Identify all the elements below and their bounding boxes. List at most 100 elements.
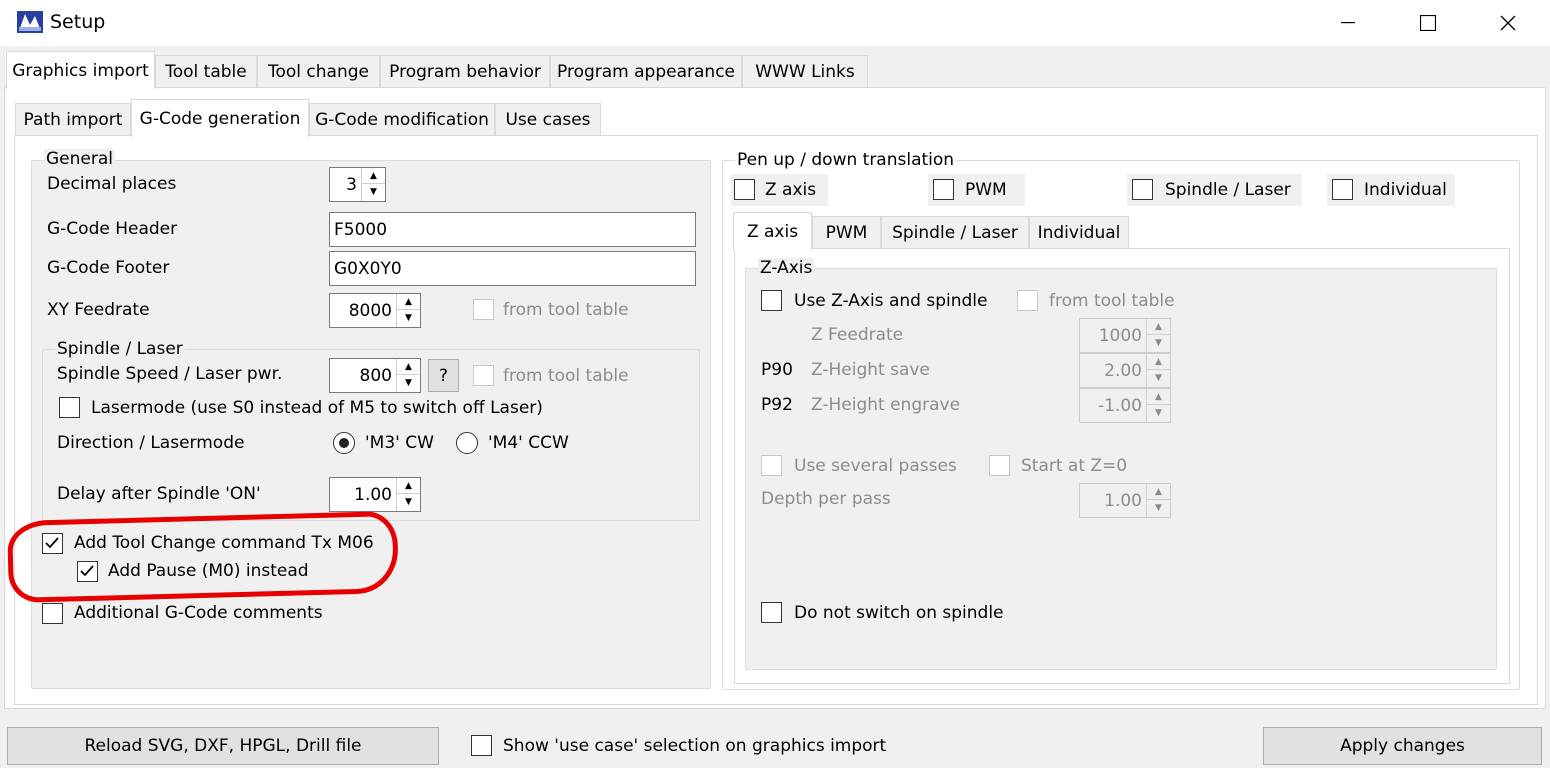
p92-label: P92 <box>761 395 793 415</box>
pwm-checkbox[interactable] <box>933 179 954 200</box>
depth-per-pass-label: Depth per pass <box>761 489 891 509</box>
tab-path-import[interactable]: Path import <box>15 103 131 135</box>
z-height-engrave-label: Z-Height engrave <box>811 395 961 415</box>
stepper-up-icon[interactable]: ▲ <box>397 478 420 494</box>
show-use-case-checkbox[interactable] <box>471 735 492 756</box>
start-at-z0-label: Start at Z=0 <box>1021 456 1128 476</box>
spindle-speed-label: Spindle Speed / Laser pwr. <box>57 364 283 384</box>
tab-gcode-modification[interactable]: G-Code modification <box>309 103 495 135</box>
pen-option-zaxis[interactable]: Z axis <box>731 174 828 206</box>
tab-program-behavior[interactable]: Program behavior <box>380 55 550 87</box>
tab-use-cases[interactable]: Use cases <box>495 103 601 135</box>
gcode-header-label: G-Code Header <box>47 219 178 239</box>
xy-from-tool-table-checkbox[interactable] <box>473 299 494 320</box>
tab-pen-pwm[interactable]: PWM <box>812 216 881 248</box>
m3-cw-label: 'M3' CW <box>365 433 434 453</box>
stepper-up-icon[interactable]: ▲ <box>397 294 420 310</box>
gcode-footer-label: G-Code Footer <box>47 258 170 278</box>
depth-per-pass-stepper[interactable]: 1.00 ▲ ▼ <box>1079 483 1171 518</box>
several-passes-label: Use several passes <box>794 456 957 476</box>
apply-changes-button[interactable]: Apply changes <box>1263 727 1542 765</box>
window-title: Setup <box>50 11 106 33</box>
z-height-save-stepper[interactable]: 2.00 ▲ ▼ <box>1079 353 1171 388</box>
zaxis-checkbox[interactable] <box>734 179 755 200</box>
z-height-engrave-stepper[interactable]: -1.00 ▲ ▼ <box>1079 388 1171 423</box>
use-zaxis-checkbox[interactable] <box>761 290 782 311</box>
minimize-button[interactable] <box>1308 0 1388 46</box>
lasermode-checkbox[interactable] <box>59 397 80 418</box>
xy-feedrate-label: XY Feedrate <box>47 300 150 320</box>
tab-gcode-generation[interactable]: G-Code generation <box>131 99 309 137</box>
stepper-up-icon[interactable]: ▲ <box>397 359 420 375</box>
pen-option-individual[interactable]: Individual <box>1327 174 1455 206</box>
m3-cw-radio[interactable] <box>333 432 355 454</box>
tab-graphics-import[interactable]: Graphics import <box>6 51 155 89</box>
stepper-up-icon[interactable]: ▲ <box>1147 389 1170 405</box>
stepper-down-icon[interactable]: ▼ <box>397 375 420 391</box>
general-legend: General <box>44 149 115 169</box>
stepper-down-icon[interactable]: ▼ <box>397 494 420 510</box>
stepper-up-icon[interactable]: ▲ <box>1147 484 1170 500</box>
stepper-down-icon[interactable]: ▼ <box>1147 405 1170 421</box>
xy-feedrate-stepper[interactable]: 8000 ▲ ▼ <box>329 293 421 328</box>
app-icon <box>16 9 44 35</box>
spindle-speed-stepper[interactable]: 800 ▲ ▼ <box>329 358 421 393</box>
delay-label: Delay after Spindle 'ON' <box>57 484 261 504</box>
direction-label: Direction / Lasermode <box>57 433 245 453</box>
m4-ccw-label: 'M4' CCW <box>488 433 569 453</box>
tab-pen-spindle[interactable]: Spindle / Laser <box>881 216 1029 248</box>
spindle-from-tool-table-label: from tool table <box>503 366 629 386</box>
z-from-tool-table-label: from tool table <box>1049 291 1175 311</box>
stepper-up-icon[interactable]: ▲ <box>1147 319 1170 335</box>
tab-program-appearance[interactable]: Program appearance <box>550 55 742 87</box>
show-use-case-label: Show 'use case' selection on graphics im… <box>503 736 887 756</box>
tab-tool-change[interactable]: Tool change <box>257 55 380 87</box>
comments-label: Additional G-Code comments <box>74 603 323 623</box>
close-icon <box>1500 15 1516 31</box>
title-bar: Setup <box>0 0 1550 46</box>
decimal-places-label: Decimal places <box>47 174 177 194</box>
no-spindle-checkbox[interactable] <box>761 602 782 623</box>
pen-option-spindle[interactable]: Spindle / Laser <box>1127 174 1302 206</box>
tab-www-links[interactable]: WWW Links <box>742 55 868 87</box>
z-from-tool-table-checkbox[interactable] <box>1017 290 1038 311</box>
pen-translation-legend: Pen up / down translation <box>735 150 957 170</box>
z-feedrate-stepper[interactable]: 1000 ▲ ▼ <box>1079 318 1171 353</box>
reload-file-button[interactable]: Reload SVG, DXF, HPGL, Drill file <box>7 727 439 765</box>
individual-checkbox[interactable] <box>1332 179 1353 200</box>
stepper-down-icon[interactable]: ▼ <box>362 184 385 200</box>
decimal-places-stepper[interactable]: 3 ▲ ▼ <box>329 167 386 202</box>
gcode-header-input[interactable]: F5000 <box>329 212 696 247</box>
spindle-from-tool-table-checkbox[interactable] <box>473 365 494 386</box>
z-feedrate-label: Z Feedrate <box>811 325 904 345</box>
spindle-laser-checkbox[interactable] <box>1132 179 1153 200</box>
stepper-down-icon[interactable]: ▼ <box>397 310 420 326</box>
stepper-down-icon[interactable]: ▼ <box>1147 500 1170 516</box>
tab-pen-individual[interactable]: Individual <box>1029 216 1129 248</box>
stepper-down-icon[interactable]: ▼ <box>1147 335 1170 351</box>
close-button[interactable] <box>1468 0 1548 46</box>
pen-option-pwm[interactable]: PWM <box>928 174 1025 206</box>
lasermode-label: Lasermode (use S0 instead of M5 to switc… <box>91 398 543 418</box>
annotation-ring <box>6 510 400 604</box>
m4-ccw-radio[interactable] <box>456 432 478 454</box>
zaxis-legend: Z-Axis <box>758 258 815 278</box>
delay-stepper[interactable]: 1.00 ▲ ▼ <box>329 477 421 512</box>
spindle-laser-legend: Spindle / Laser <box>55 339 185 359</box>
several-passes-checkbox[interactable] <box>761 455 782 476</box>
stepper-down-icon[interactable]: ▼ <box>1147 370 1170 386</box>
gcode-footer-input[interactable]: G0X0Y0 <box>329 251 696 286</box>
use-zaxis-label: Use Z-Axis and spindle <box>794 291 988 311</box>
tab-pen-zaxis[interactable]: Z axis <box>733 212 812 250</box>
maximize-button[interactable] <box>1388 0 1468 46</box>
spindle-help-button[interactable]: ? <box>428 359 459 392</box>
stepper-up-icon[interactable]: ▲ <box>362 168 385 184</box>
no-spindle-label: Do not switch on spindle <box>794 603 1004 623</box>
tab-tool-table[interactable]: Tool table <box>155 55 257 87</box>
stepper-up-icon[interactable]: ▲ <box>1147 354 1170 370</box>
start-at-z0-checkbox[interactable] <box>989 455 1010 476</box>
p90-label: P90 <box>761 360 793 380</box>
comments-checkbox[interactable] <box>42 603 63 624</box>
z-height-save-label: Z-Height save <box>811 360 930 380</box>
xy-from-tool-table-label: from tool table <box>503 300 629 320</box>
